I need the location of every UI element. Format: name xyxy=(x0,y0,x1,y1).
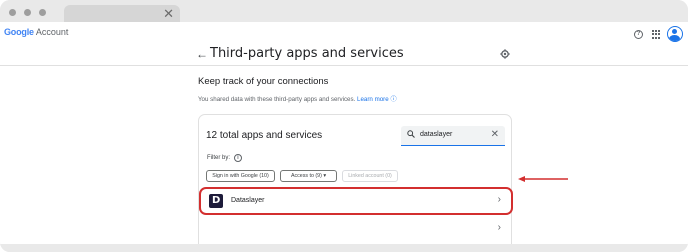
annotation-arrow-icon xyxy=(518,176,568,182)
page-content: Google Account ? ← Third-party apps and … xyxy=(0,22,688,252)
info-icon[interactable]: i xyxy=(234,154,242,162)
dataslayer-logo-icon: D xyxy=(209,194,223,208)
clear-search-icon[interactable]: ✕ xyxy=(491,128,499,142)
section-heading: Keep track of your connections xyxy=(198,76,329,87)
browser-bottom-bar xyxy=(0,244,688,252)
app-name: Dataslayer xyxy=(231,197,265,204)
learn-more-label: Learn more xyxy=(357,96,389,103)
help-circle-icon: ⓘ xyxy=(390,96,397,103)
browser-window: ✕ Google Account ? ← Third-party apps an… xyxy=(0,0,688,252)
window-close-dot[interactable] xyxy=(9,9,16,16)
browser-tab[interactable]: ✕ xyxy=(64,5,180,22)
help-icon[interactable]: ? xyxy=(634,30,643,39)
gear-icon[interactable] xyxy=(500,49,510,59)
tab-close-icon[interactable]: ✕ xyxy=(163,6,174,21)
apps-grid-icon[interactable] xyxy=(652,30,661,39)
window-minimize-dot[interactable] xyxy=(24,9,31,16)
chevron-right-icon: › xyxy=(497,194,501,205)
chip-access-to[interactable]: Access to (9) ▾ xyxy=(280,170,337,182)
description-text: You shared data with these third-party a… xyxy=(198,96,356,103)
window-maximize-dot[interactable] xyxy=(39,9,46,16)
browser-titlebar: ✕ xyxy=(0,0,688,22)
search-icon xyxy=(407,130,415,138)
chip-sign-in-with-google[interactable]: Sign in with Google (10) xyxy=(206,170,275,182)
section-description: You shared data with these third-party a… xyxy=(198,94,397,103)
app-row-dataslayer[interactable]: D Dataslayer › xyxy=(199,187,513,215)
filter-label: Filter by: xyxy=(207,155,231,161)
page-title: Third-party apps and services xyxy=(210,46,404,61)
search-value: dataslayer xyxy=(420,131,453,138)
learn-more-link[interactable]: Learn more ⓘ xyxy=(357,96,397,103)
google-account-logo[interactable]: Google Account xyxy=(4,27,68,37)
search-input[interactable]: dataslayer ✕ xyxy=(401,126,505,146)
apps-card: 12 total apps and services dataslayer ✕ … xyxy=(198,114,513,252)
google-wordmark: Google xyxy=(4,27,34,37)
header-divider xyxy=(0,65,688,66)
google-logo-text: Google xyxy=(4,27,34,37)
chip-linked-account: Linked account (0) xyxy=(342,170,398,182)
apps-count-title: 12 total apps and services xyxy=(206,130,323,141)
account-logo-text: Account xyxy=(35,27,69,37)
chevron-right-icon: › xyxy=(497,222,501,233)
dataslayer-logo-letter: D xyxy=(212,195,221,206)
back-arrow-icon[interactable]: ← xyxy=(196,47,208,61)
app-row[interactable]: › xyxy=(199,219,513,243)
avatar-icon[interactable] xyxy=(667,26,683,42)
